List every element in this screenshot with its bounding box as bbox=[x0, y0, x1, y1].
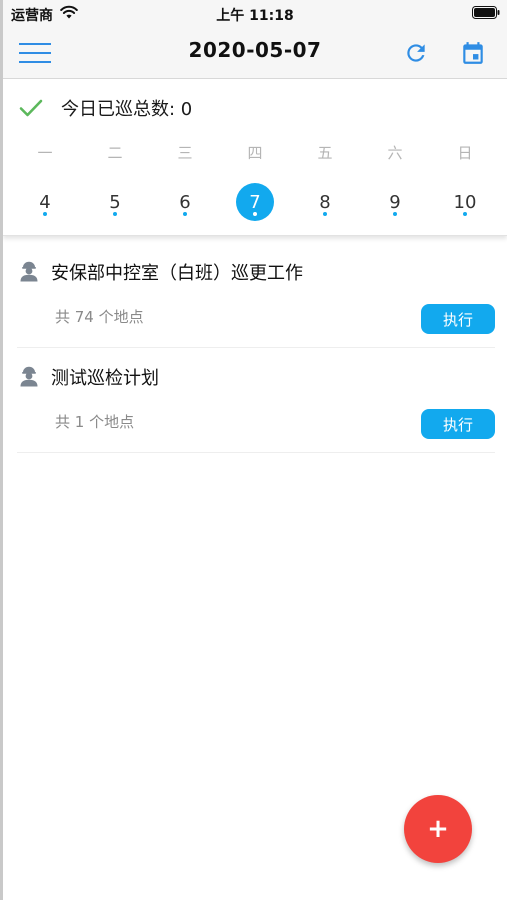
calendar-button[interactable] bbox=[457, 37, 489, 69]
refresh-icon bbox=[407, 44, 425, 62]
check-icon bbox=[19, 99, 43, 117]
nav-bar: 2020-05-07 bbox=[3, 28, 507, 79]
date-number: 5 bbox=[109, 191, 121, 213]
date-number: 7 bbox=[249, 191, 261, 213]
date-cell[interactable]: 8 bbox=[290, 183, 360, 221]
weekday-row: 一 二 三 四 五 六 日 bbox=[10, 142, 500, 163]
summary-text: 今日已巡总数: 0 bbox=[61, 99, 193, 120]
security-guard-icon bbox=[20, 261, 38, 282]
task-location-count: 共 74 个地点 bbox=[55, 308, 144, 326]
list-item[interactable]: 测试巡检计划 共 1 个地点 执行 bbox=[17, 348, 495, 453]
date-number: 9 bbox=[389, 191, 401, 213]
plus-icon: + bbox=[427, 814, 449, 844]
date-number: 4 bbox=[39, 191, 51, 213]
add-task-button[interactable]: + bbox=[404, 795, 472, 863]
task-dot-icon bbox=[43, 212, 47, 216]
task-location-count: 共 1 个地点 bbox=[55, 413, 135, 431]
date-number: 6 bbox=[179, 191, 191, 213]
task-dot-icon bbox=[463, 212, 467, 216]
date-cell[interactable]: 4 bbox=[10, 183, 80, 221]
status-time: 上午 11:18 bbox=[216, 8, 294, 24]
calendar-icon bbox=[463, 42, 483, 64]
weekday-label: 日 bbox=[457, 144, 473, 162]
security-guard-icon bbox=[20, 366, 38, 387]
date-cell[interactable]: 7 bbox=[220, 183, 290, 221]
date-cell[interactable]: 5 bbox=[80, 183, 150, 221]
date-row: 4 5 6 7 8 9 10 bbox=[10, 183, 500, 221]
task-title: 安保部中控室（白班）巡更工作 bbox=[51, 263, 303, 284]
date-number: 8 bbox=[319, 191, 331, 213]
execute-button[interactable]: 执行 bbox=[421, 409, 495, 439]
execute-button[interactable]: 执行 bbox=[421, 304, 495, 334]
week-calendar-panel: 今日已巡总数: 0 一 二 三 四 五 六 日 4 5 6 7 8 9 10 bbox=[3, 79, 507, 236]
task-dot-icon bbox=[393, 212, 397, 216]
date-cell[interactable]: 6 bbox=[150, 183, 220, 221]
weekday-label: 六 bbox=[387, 144, 403, 162]
app-screen: 运营商 上午 11:18 2020-05-07 今日已巡总数: 0 一 二 三 … bbox=[0, 0, 507, 900]
date-number: 10 bbox=[453, 191, 477, 213]
weekday-label: 二 bbox=[107, 144, 123, 162]
task-dot-icon bbox=[113, 212, 117, 216]
weekday-label: 四 bbox=[247, 144, 263, 162]
refresh-button[interactable] bbox=[400, 37, 432, 69]
battery-icon bbox=[472, 6, 500, 19]
task-dot-icon bbox=[183, 212, 187, 216]
list-item[interactable]: 安保部中控室（白班）巡更工作 共 74 个地点 执行 bbox=[17, 243, 495, 348]
task-title: 测试巡检计划 bbox=[51, 368, 159, 389]
weekday-label: 五 bbox=[317, 144, 333, 162]
date-cell[interactable]: 9 bbox=[360, 183, 430, 221]
weekday-label: 三 bbox=[177, 144, 193, 162]
task-dot-icon bbox=[323, 212, 327, 216]
status-bar: 运营商 上午 11:18 bbox=[3, 0, 507, 28]
weekday-label: 一 bbox=[37, 144, 53, 162]
date-cell[interactable]: 10 bbox=[430, 183, 500, 221]
summary-row: 今日已巡总数: 0 bbox=[19, 95, 192, 121]
task-dot-icon bbox=[253, 212, 257, 216]
task-list: 安保部中控室（白班）巡更工作 共 74 个地点 执行 测试巡检计划 共 1 个地… bbox=[3, 243, 507, 453]
